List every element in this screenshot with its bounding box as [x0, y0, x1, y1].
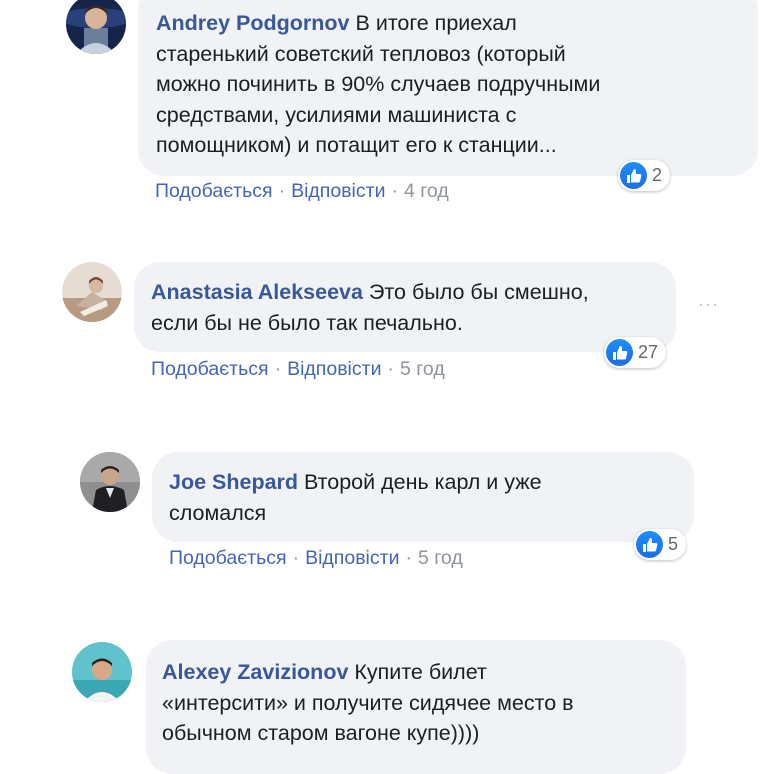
comment-text-line: Второй день карл и уже [304, 470, 542, 494]
separator: · [274, 358, 282, 380]
comment-text-line: средствами, усилиями машиниста с [156, 102, 517, 127]
comment-bubble: Alexey Zavizionov Купите билет «интерсит… [146, 640, 686, 774]
comment-text-line: Это было бы смешно, [368, 280, 589, 304]
like-link[interactable]: Подобається [155, 180, 273, 202]
comment-actions: Подобається · Відповісти · 4 год [155, 180, 449, 203]
comment-text-line: В итоге приехал [355, 11, 517, 35]
timestamp[interactable]: 5 год [400, 358, 445, 380]
thumbs-up-icon [606, 339, 633, 366]
comment-panel: Alexey Zavizionov Купите билет «интерсит… [64, 626, 740, 774]
comment-actions: Подобається · Відповісти · 5 год [151, 358, 445, 381]
avatar[interactable] [66, 0, 126, 54]
comment-bubble: Joe Shepard Второй день карл и уже слома… [152, 452, 694, 542]
comment-panel: Anastasia Alekseeva Это было бы смешно, … [56, 248, 740, 400]
avatar[interactable] [72, 642, 132, 702]
comment-actions: Подобається · Відповісти · 5 год [169, 547, 463, 570]
reply-link[interactable]: Відповісти [291, 180, 385, 202]
comment-author[interactable]: Andrey Podgornov [156, 11, 350, 35]
comment-text-line: старенький советский тепловоз (который [156, 41, 566, 66]
comment-text-line: если бы не было так печально. [151, 310, 463, 335]
comment-text-line: «интерсити» и получите сидячее место в [162, 690, 574, 715]
user-avatar-icon [72, 642, 132, 702]
separator: · [278, 180, 286, 202]
timestamp[interactable]: 4 год [404, 180, 449, 202]
reaction-count[interactable]: 2 [618, 160, 671, 191]
reply-link[interactable]: Відповісти [305, 547, 399, 569]
avatar[interactable] [80, 452, 140, 512]
separator: · [405, 547, 412, 569]
separator: · [292, 547, 300, 569]
user-avatar-icon [66, 0, 126, 54]
reaction-number: 5 [668, 534, 679, 554]
comment-panel: Joe Shepard Второй день карл и уже слома… [68, 436, 724, 596]
separator: · [391, 180, 398, 202]
thumbs-up-icon [636, 531, 663, 558]
reaction-number: 27 [638, 342, 659, 362]
comment-bubble: Andrey Podgornov В итоге приехал старень… [138, 0, 758, 176]
comment-text-line: можно починить в 90% случаев подручными [156, 72, 601, 96]
comment-author[interactable]: Alexey Zavizionov [162, 660, 348, 684]
separator: · [387, 358, 394, 380]
avatar[interactable] [62, 262, 122, 322]
comment-text-line: обычном старом вагоне купе)))) [162, 721, 480, 745]
reaction-count[interactable]: 5 [634, 529, 687, 560]
comment-author[interactable]: Joe Shepard [169, 470, 298, 494]
more-options-icon[interactable]: ··· [698, 294, 719, 315]
user-avatar-icon [62, 262, 122, 322]
comment-bubble: Anastasia Alekseeva Это было бы смешно, … [134, 262, 676, 352]
like-link[interactable]: Подобається [169, 547, 287, 569]
comment-text-line: сломался [169, 500, 267, 525]
thumbs-up-icon [620, 162, 647, 189]
like-link[interactable]: Подобається [151, 358, 269, 380]
reaction-count[interactable]: 27 [604, 337, 667, 368]
comment-text-line: Купите билет [354, 660, 487, 684]
comment-text-line: помощником) и потащит его к станции... [156, 133, 557, 157]
reply-link[interactable]: Відповісти [287, 358, 381, 380]
comment-author[interactable]: Anastasia Alekseeva [151, 280, 363, 304]
timestamp[interactable]: 5 год [418, 547, 463, 569]
user-avatar-icon [80, 452, 140, 512]
reaction-number: 2 [652, 165, 663, 185]
comment-panel: Andrey Podgornov В итоге приехал старень… [60, 0, 758, 218]
